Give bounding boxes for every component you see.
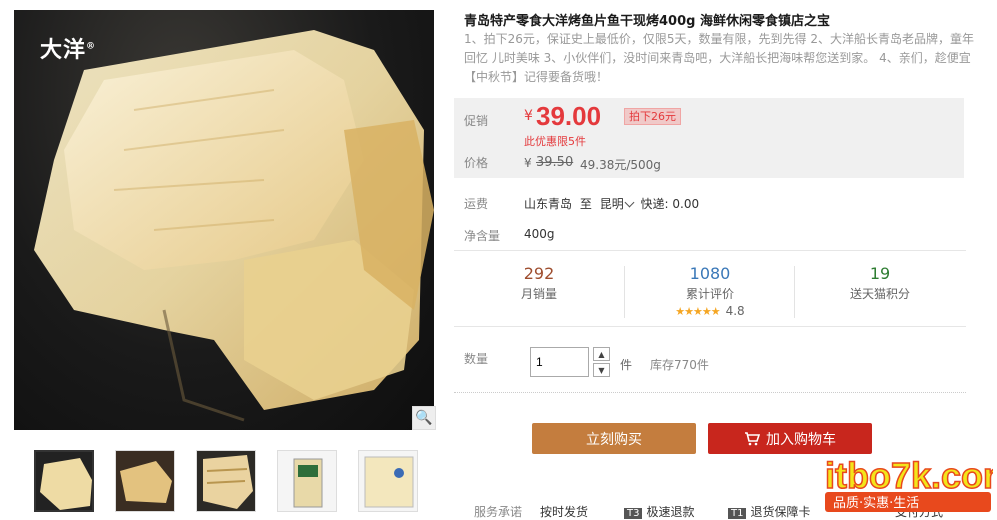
monthly-sales: 292 月销量 [454, 252, 624, 322]
product-title: 青岛特产零食大洋烤鱼片鱼干现烤400g 海鲜休闲零食镇店之宝 [464, 14, 830, 29]
shipping-label: 运费 [464, 197, 489, 211]
stats-bar: 292 月销量 1080 累计评价 ★★★★★ 4.8 19 送天猫积分 [454, 252, 966, 322]
service-ontime-shipping[interactable]: 按时发货 [540, 503, 588, 520]
orig-price-label: 价格 [464, 156, 489, 170]
promo-label: 促销 [464, 114, 489, 128]
zoom-icon[interactable]: 🔍 [412, 406, 436, 430]
divider [454, 392, 966, 393]
divider [454, 250, 966, 251]
buy-now-button[interactable]: 立刻购买 [532, 423, 696, 454]
promo-note: 此优惠限5件 [524, 135, 586, 148]
thumbnail-strip [34, 450, 418, 512]
quantity-unit: 件 [620, 358, 633, 372]
reviews[interactable]: 1080 累计评价 ★★★★★ 4.8 [625, 252, 795, 322]
dried-fish-illustration [34, 30, 434, 422]
monthly-sales-label: 月销量 [520, 287, 557, 301]
thumbnail-1[interactable] [34, 450, 94, 512]
promo-tag: 拍下26元 [624, 108, 681, 125]
quantity-input[interactable] [530, 347, 589, 377]
tmall-points: 19 送天猫积分 [795, 252, 965, 322]
net-weight-label: 净含量 [464, 229, 501, 243]
stock-count: 库存770件 [650, 358, 709, 372]
brand-logo: 大洋® [40, 37, 97, 63]
chevron-down-icon [624, 197, 635, 208]
quantity-label: 数量 [464, 352, 489, 366]
quantity-increase-icon[interactable]: ▲ [593, 347, 610, 361]
shipping-to-word: 至 [579, 197, 592, 211]
currency-symbol: ¥ [524, 108, 533, 124]
add-to-cart-label: 加入购物车 [766, 431, 836, 448]
product-main-image[interactable]: 大洋® [14, 10, 434, 430]
thumbnail-2[interactable] [115, 450, 175, 512]
reviews-label: 累计评价 [685, 287, 734, 301]
original-price: 39.50 [536, 155, 574, 170]
product-description: 1、拍下26元，保证史上最低价，仅限5天，数量有限，先到先得 2、大洋船长青岛老… [464, 32, 974, 84]
points-label: 送天猫积分 [849, 287, 910, 301]
service-tag-t1: T1 [728, 508, 747, 519]
divider [454, 326, 966, 327]
shipping-from: 山东青岛 [524, 197, 573, 211]
points-count: 19 [869, 264, 891, 283]
thumbnail-4[interactable] [277, 450, 337, 512]
thumbnail-5[interactable] [358, 450, 418, 512]
star-icons: ★★★★★ [675, 305, 720, 318]
price-panel: 促销 ¥ 39.00 拍下26元 此优惠限5件 价格 ¥ 39.50 49.38… [454, 98, 964, 178]
net-weight-value: 400g [524, 227, 555, 241]
rating-value: 4.8 [725, 304, 745, 318]
shipping-destination-select[interactable]: 昆明 [600, 197, 637, 211]
shipping-route: 山东青岛 至 昆明 快递: 0.00 [524, 195, 699, 212]
site-watermark: itbo7k.com 品质·实惠·生活 [823, 448, 997, 516]
thumbnail-3[interactable] [196, 450, 256, 512]
rating-stars: ★★★★★ 4.8 [625, 304, 795, 318]
monthly-sales-count: 292 [523, 264, 555, 283]
service-fast-refund[interactable]: T3 极速退款 [624, 503, 695, 520]
watermark-slogan: 品质·实惠·生活 [833, 496, 919, 511]
shipping-express: 快递: 0.00 [640, 197, 700, 211]
reviews-count: 1080 [689, 264, 731, 283]
promo-price: 39.00 [536, 101, 602, 131]
unit-price: 49.38元/500g [580, 158, 661, 172]
service-tag-t3: T3 [624, 508, 643, 519]
watermark-brand: itbo7k.com [825, 455, 993, 496]
quantity-decrease-icon[interactable]: ▼ [593, 363, 610, 377]
services-label: 服务承诺 [474, 505, 523, 519]
service-return-card[interactable]: T1 退货保障卡 [728, 503, 811, 520]
orig-currency-symbol: ¥ [524, 156, 532, 170]
cart-icon [745, 431, 760, 445]
